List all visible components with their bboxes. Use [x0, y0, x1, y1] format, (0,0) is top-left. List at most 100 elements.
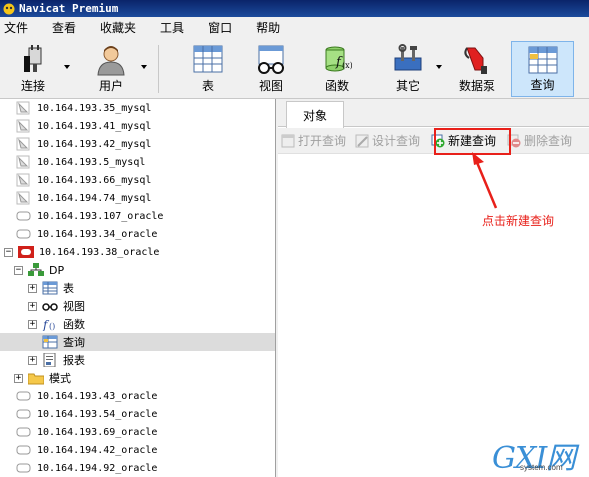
connection-tree[interactable]: 10.164.193.35_mysql 10.164.193.41_mysql 10…: [0, 99, 276, 477]
user-label: 用户: [98, 79, 123, 93]
tree-item-label: 10.164.193.42_mysql: [37, 138, 152, 150]
window-title: Navicat Premium: [19, 2, 119, 15]
view-glasses-icon: [258, 45, 284, 74]
menu-window[interactable]: 窗口: [202, 17, 242, 39]
tree-item[interactable]: 10.164.193.66_mysql: [0, 171, 275, 189]
tree-item[interactable]: 10.164.194.74_mysql: [0, 189, 275, 207]
other-button[interactable]: 其它: [383, 41, 433, 97]
tree-item[interactable]: 10.164.193.34_oracle: [0, 225, 275, 243]
main-toolbar: 连接 用户 表 视图 f (x) 函数 其它 数据泵 查询: [0, 39, 589, 99]
tree-item[interactable]: − DP: [0, 261, 275, 279]
watermark-logo: GXI网 system.com: [492, 433, 587, 476]
expand-icon[interactable]: +: [28, 319, 37, 329]
tools-icon: [394, 44, 422, 71]
design-query-button[interactable]: 设计查询: [352, 130, 423, 152]
schema-icon: [28, 263, 44, 276]
delete-query-label: 删除查询: [524, 134, 573, 148]
tree-item-label: 10.164.193.66_mysql: [37, 174, 152, 186]
tree-item[interactable]: + 表: [0, 279, 275, 297]
tree-item[interactable]: − 10.164.193.38_oracle: [0, 243, 275, 261]
user-dropdown-arrow[interactable]: [141, 65, 147, 69]
mysql-connection-icon: [16, 191, 30, 205]
title-bar: Navicat Premium: [0, 0, 589, 17]
user-icon: [97, 46, 125, 76]
tree-item[interactable]: 10.164.193.5_mysql: [0, 153, 275, 171]
tree-item[interactable]: 10.164.193.35_mysql: [0, 99, 275, 117]
menu-help[interactable]: 帮助: [250, 17, 290, 39]
oracle-connection-icon: [16, 211, 31, 221]
tree-item-label: 10.164.194.74_mysql: [37, 192, 152, 204]
function-button[interactable]: f (x) 函数: [312, 41, 362, 97]
tree-item-label: 表: [63, 282, 74, 295]
tree-item-label: 10.164.193.38_oracle: [39, 246, 160, 258]
tree-item-label: 报表: [63, 354, 85, 367]
tree-item[interactable]: 10.164.194.42_oracle: [0, 441, 275, 459]
tab-strip: 对象: [278, 99, 589, 128]
svg-text:(x): (x): [342, 61, 352, 70]
tab-objects[interactable]: 对象: [286, 101, 344, 128]
function-icon: f (x): [325, 46, 352, 72]
collapse-icon[interactable]: −: [14, 265, 23, 275]
tree-item-label: 函数: [63, 318, 85, 331]
tree-item[interactable]: 10.164.193.69_oracle: [0, 423, 275, 441]
datapump-label: 数据泵: [458, 79, 495, 93]
view-button[interactable]: 视图: [246, 41, 296, 97]
report-icon: [43, 353, 56, 367]
tree-item[interactable]: + 视图: [0, 297, 275, 315]
table-icon: [193, 45, 223, 73]
menu-favorites[interactable]: 收藏夹: [94, 17, 146, 39]
delete-query-button[interactable]: 删除查询: [504, 130, 575, 152]
expand-icon[interactable]: +: [28, 355, 37, 365]
tree-item[interactable]: 10.164.194.92_oracle: [0, 459, 275, 477]
tree-item[interactable]: + 报表: [0, 351, 275, 369]
folder-icon: [28, 373, 44, 385]
oracle-connection-icon: [16, 391, 31, 401]
open-query-label: 打开查询: [298, 134, 347, 148]
expand-icon[interactable]: +: [14, 373, 23, 383]
tree-item[interactable]: + 模式: [0, 369, 275, 387]
watermark-site: system.com: [520, 463, 563, 472]
tree-item[interactable]: 10.164.193.54_oracle: [0, 405, 275, 423]
function-label: 函数: [324, 79, 349, 93]
tree-item[interactable]: 10.164.193.43_oracle: [0, 387, 275, 405]
function-icon: f(): [42, 318, 55, 331]
view-glasses-icon: [42, 303, 58, 311]
connect-dropdown-arrow[interactable]: [64, 65, 70, 69]
tree-item-label: 10.164.193.34_oracle: [37, 228, 158, 240]
navicat-logo-icon: [3, 3, 15, 14]
tree-item-label: 10.164.193.43_oracle: [37, 390, 158, 402]
tree-item[interactable]: 10.164.193.41_mysql: [0, 117, 275, 135]
menu-bar: 文件 查看 收藏夹 工具 窗口 帮助: [0, 17, 589, 39]
menu-tools[interactable]: 工具: [154, 17, 194, 39]
fuel-pump-icon: [464, 47, 487, 74]
user-button[interactable]: 用户: [84, 41, 138, 97]
mysql-connection-icon: [16, 155, 30, 169]
table-button[interactable]: 表: [183, 41, 233, 97]
open-query-button[interactable]: 打开查询: [278, 130, 349, 152]
mysql-connection-icon: [16, 137, 30, 151]
menu-file[interactable]: 文件: [0, 17, 38, 39]
tree-item-label: 视图: [63, 300, 85, 313]
tree-item[interactable]: 10.164.193.107_oracle: [0, 207, 275, 225]
tree-item[interactable]: + f() 函数: [0, 315, 275, 333]
tree-item-label: 10.164.194.42_oracle: [37, 444, 158, 456]
expand-icon[interactable]: +: [28, 301, 37, 311]
tree-item[interactable]: 查询: [0, 333, 275, 351]
other-dropdown-arrow[interactable]: [436, 65, 442, 69]
object-pane: 对象 打开查询 设计查询 新建查询 删除查询: [278, 99, 589, 477]
oracle-connection-icon: [16, 427, 31, 437]
tree-item-label: 10.164.194.92_oracle: [37, 462, 158, 474]
collapse-icon[interactable]: −: [4, 247, 13, 257]
table-icon: [42, 281, 58, 295]
tree-item-label: 10.164.193.69_oracle: [37, 426, 158, 438]
query-button[interactable]: 查询: [511, 41, 574, 97]
connect-button[interactable]: 连接: [6, 41, 60, 97]
mysql-connection-icon: [16, 101, 30, 115]
tree-item[interactable]: 10.164.193.42_mysql: [0, 135, 275, 153]
query-icon: [42, 335, 58, 349]
menu-view[interactable]: 查看: [46, 17, 86, 39]
expand-icon[interactable]: +: [28, 283, 37, 293]
datapump-button[interactable]: 数据泵: [452, 41, 502, 97]
tree-item-label: 10.164.193.5_mysql: [37, 156, 146, 168]
design-query-icon: [355, 134, 369, 147]
